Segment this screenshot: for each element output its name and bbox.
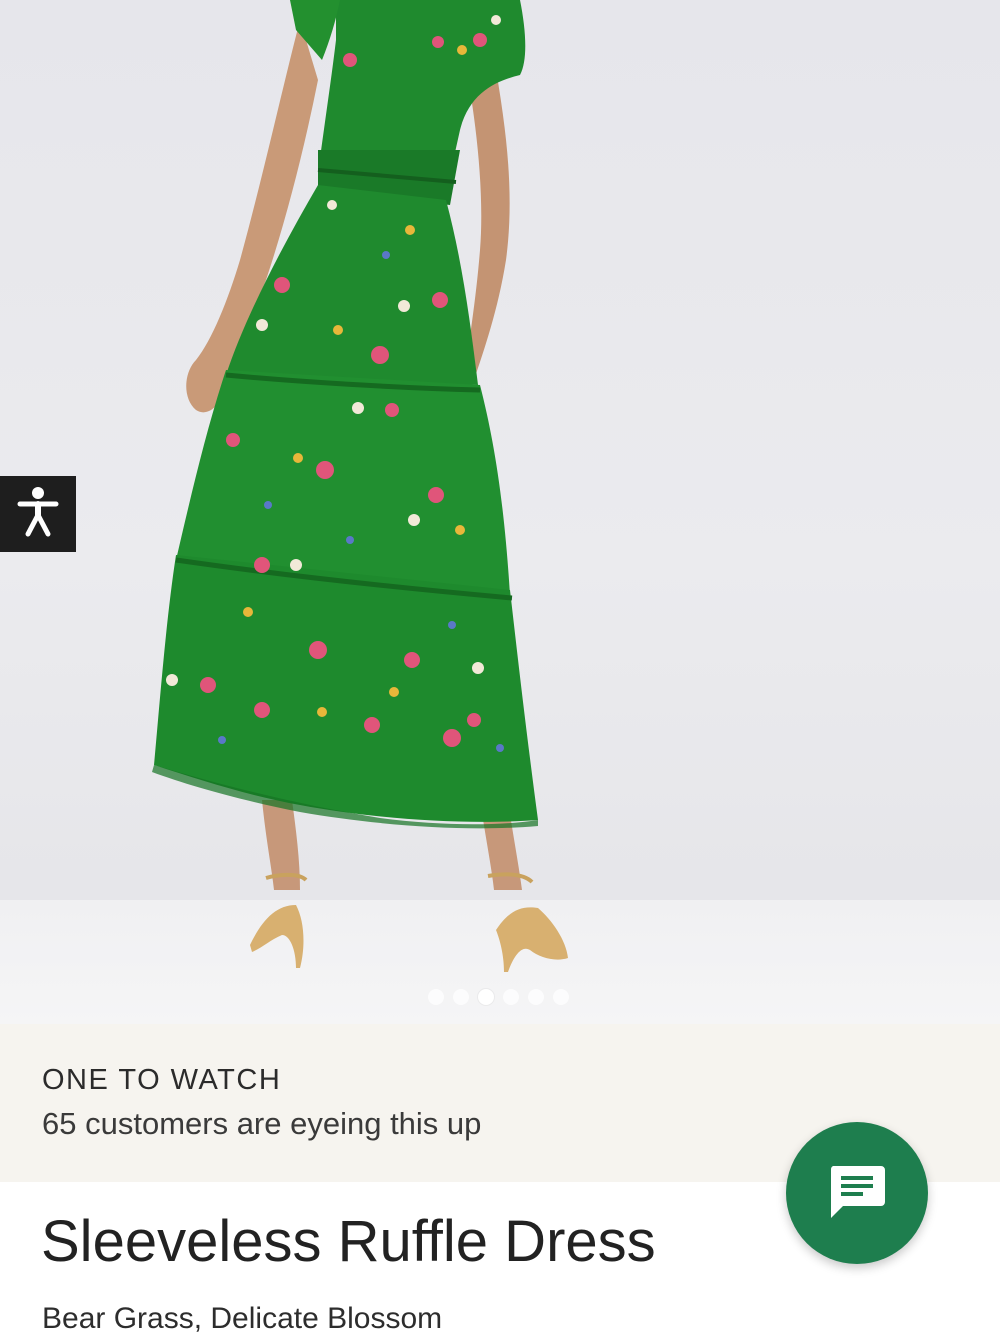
product-page: ONE TO WATCH 65 customers are eyeing thi… [0,0,1000,1333]
gallery-dot[interactable] [503,989,519,1005]
gallery-dot-active[interactable] [478,989,494,1005]
gallery-dot[interactable] [428,989,444,1005]
chat-button[interactable] [786,1122,928,1264]
product-subtitle: Bear Grass, Delicate Blossom [42,1302,443,1333]
product-image-gallery[interactable] [0,0,1000,1024]
gallery-dot[interactable] [553,989,569,1005]
product-title: Sleeveless Ruffle Dress [41,1209,656,1274]
social-proof-title: ONE TO WATCH [42,1064,282,1096]
accessibility-person-icon [16,486,60,542]
chat-message-icon [827,1162,887,1224]
gallery-pagination [428,989,569,1005]
accessibility-button[interactable] [0,476,76,552]
gallery-dot[interactable] [528,989,544,1005]
gallery-dot[interactable] [453,989,469,1005]
product-photo [152,0,568,972]
social-proof-subtitle: 65 customers are eyeing this up [42,1106,482,1141]
